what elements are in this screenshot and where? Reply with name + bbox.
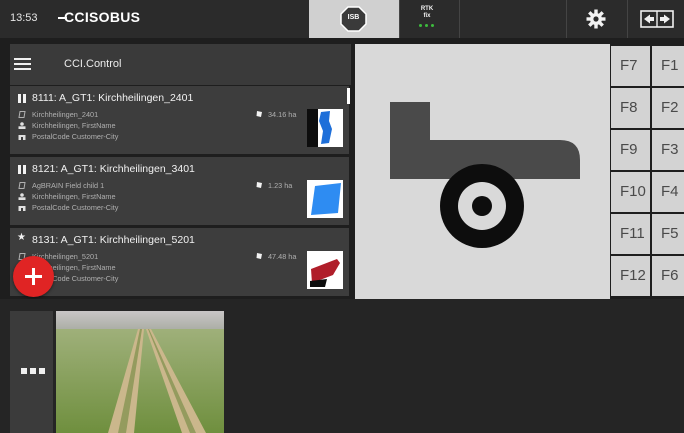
job-field: Kirchheilingen_2401 bbox=[32, 110, 99, 119]
machine-panel[interactable] bbox=[355, 44, 610, 299]
farm-icon bbox=[18, 206, 26, 211]
divider bbox=[566, 0, 567, 38]
customer-icon bbox=[18, 122, 26, 129]
job-title: 8121: A_GT1: Kirchheilingen_3401 bbox=[32, 163, 195, 175]
rtk-signal-indicator bbox=[419, 24, 435, 27]
hamburger-icon[interactable] bbox=[14, 58, 31, 71]
f10-key[interactable]: F10 bbox=[611, 172, 650, 212]
add-job-button[interactable] bbox=[13, 256, 54, 297]
f8-key[interactable]: F8 bbox=[611, 88, 650, 128]
trailer-machine-icon bbox=[390, 102, 580, 248]
divider bbox=[399, 0, 400, 38]
f4-key[interactable]: F4 bbox=[652, 172, 684, 212]
function-keys: F7 F8 F9 F10 F11 F12 F1 F2 F3 F4 F5 F6 bbox=[611, 44, 684, 299]
job-title: 8131: A_GT1: Kirchheilingen_5201 bbox=[32, 234, 195, 246]
list-item[interactable]: 8111: A_GT1: Kirchheilingen_2401 Kirchhe… bbox=[10, 86, 349, 154]
list-item[interactable]: 8121: A_GT1: Kirchheilingen_3401 AgBRAIN… bbox=[10, 157, 349, 225]
area-icon bbox=[256, 253, 262, 259]
app-header bbox=[10, 44, 351, 85]
cc-isobus-logo: CCISOBUS bbox=[64, 9, 141, 25]
job-title: 8111: A_GT1: Kirchheilingen_2401 bbox=[32, 92, 194, 104]
area-icon bbox=[256, 182, 262, 188]
list-scrollbar[interactable] bbox=[347, 88, 350, 104]
job-address: PostalCode Customer-City bbox=[32, 132, 119, 141]
field-boundary-thumbnail bbox=[307, 180, 343, 218]
customer-icon bbox=[18, 193, 26, 200]
rtk-label: RTK bbox=[420, 6, 434, 12]
f5-key[interactable]: F5 bbox=[652, 214, 684, 254]
f12-key[interactable]: F12 bbox=[611, 256, 650, 296]
pause-icon bbox=[18, 165, 26, 174]
field-camera-view[interactable] bbox=[56, 311, 224, 433]
job-field: AgBRAIN Field child 1 bbox=[32, 181, 105, 190]
rtk-fix-label: fix bbox=[423, 13, 431, 19]
f11-key[interactable]: F11 bbox=[611, 214, 650, 254]
app-title: CCI.Control bbox=[64, 58, 122, 70]
clock: 13:53 bbox=[10, 12, 38, 24]
farm-icon bbox=[18, 135, 26, 140]
gear-icon[interactable] bbox=[586, 9, 606, 29]
pause-icon bbox=[18, 94, 26, 103]
f6-key[interactable]: F6 bbox=[652, 256, 684, 296]
field-icon bbox=[18, 111, 26, 118]
f1-key[interactable]: F1 bbox=[652, 46, 684, 86]
screen: 13:53 CCISOBUS ISB RTK fix CCI.Control 8… bbox=[0, 0, 684, 433]
job-customer: Kirchheilingen, FirstName bbox=[32, 121, 116, 130]
isb-label: ISB bbox=[347, 14, 360, 21]
divider bbox=[627, 0, 628, 38]
f9-key[interactable]: F9 bbox=[611, 130, 650, 170]
field-boundary-thumbnail bbox=[307, 109, 343, 147]
f2-key[interactable]: F2 bbox=[652, 88, 684, 128]
rtk-status[interactable]: RTK fix bbox=[415, 6, 439, 20]
area-icon bbox=[256, 111, 262, 117]
f3-key[interactable]: F3 bbox=[652, 130, 684, 170]
field-boundary-thumbnail bbox=[307, 251, 343, 289]
job-list[interactable]: 8111: A_GT1: Kirchheilingen_2401 Kirchhe… bbox=[10, 86, 351, 298]
f7-key[interactable]: F7 bbox=[611, 46, 650, 86]
terminal-switch-icon[interactable] bbox=[640, 10, 674, 28]
field-icon bbox=[18, 182, 26, 189]
job-customer: Kirchheilingen, FirstName bbox=[32, 192, 116, 201]
more-dots-icon bbox=[21, 368, 45, 374]
list-item[interactable]: ★ 8131: A_GT1: Kirchheilingen_5201 Kirch… bbox=[10, 228, 349, 296]
job-area: 47.48 ha bbox=[268, 252, 297, 261]
job-area: 1.23 ha bbox=[268, 181, 293, 190]
divider bbox=[459, 0, 460, 38]
star-icon: ★ bbox=[17, 232, 26, 243]
job-address: PostalCode Customer-City bbox=[32, 203, 119, 212]
job-area: 34.16 ha bbox=[268, 110, 297, 119]
